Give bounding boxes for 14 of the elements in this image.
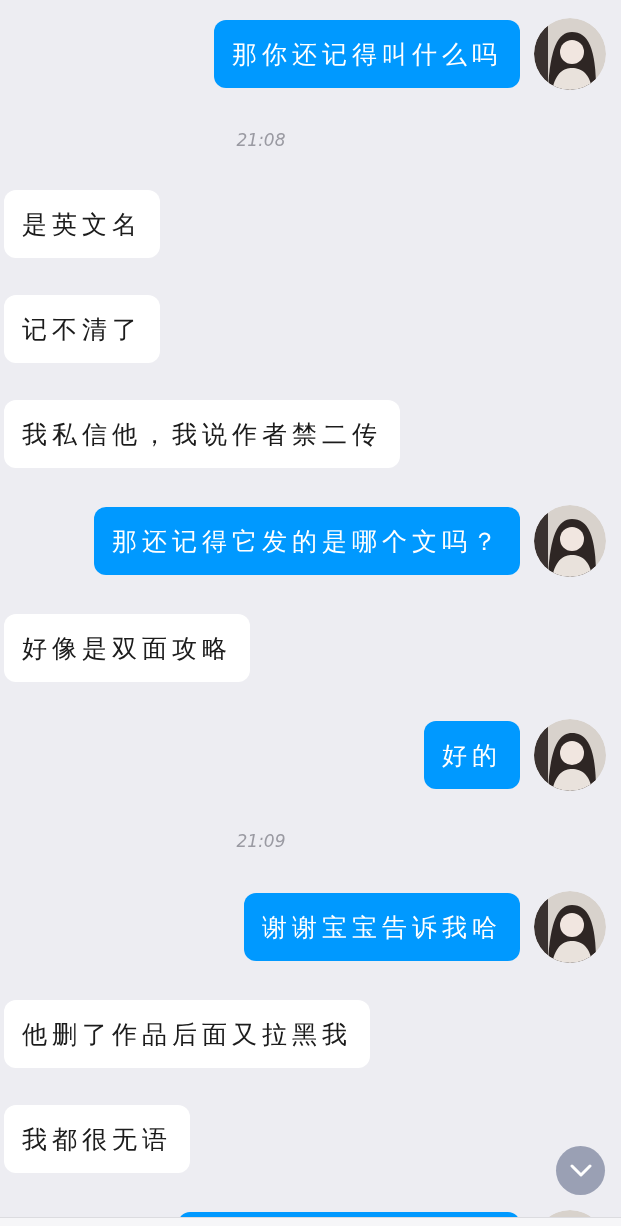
message-bubble: 记不清了: [4, 295, 160, 363]
message-bubble: 是英文名: [4, 190, 160, 258]
timestamp: 21:09: [236, 831, 286, 851]
timestamp: 21:08: [236, 130, 286, 150]
message-bubble: 谢谢宝宝告诉我哈: [244, 893, 520, 961]
scroll-down-button[interactable]: [556, 1146, 605, 1195]
message-bubble: 好像是双面攻略: [4, 614, 250, 682]
message-bubble: 他删了作品后面又拉黑我: [4, 1000, 370, 1068]
message-bubble: 我都很无语: [4, 1105, 190, 1173]
message-bubble: 那你还记得叫什么吗: [214, 20, 520, 88]
message-bubble: 好的: [424, 721, 520, 789]
chevron-down-icon: [569, 1163, 592, 1178]
message-bubble: 那还记得它发的是哪个文吗？: [94, 507, 520, 575]
message-bubble: 我私信他，我说作者禁二传: [4, 400, 400, 468]
